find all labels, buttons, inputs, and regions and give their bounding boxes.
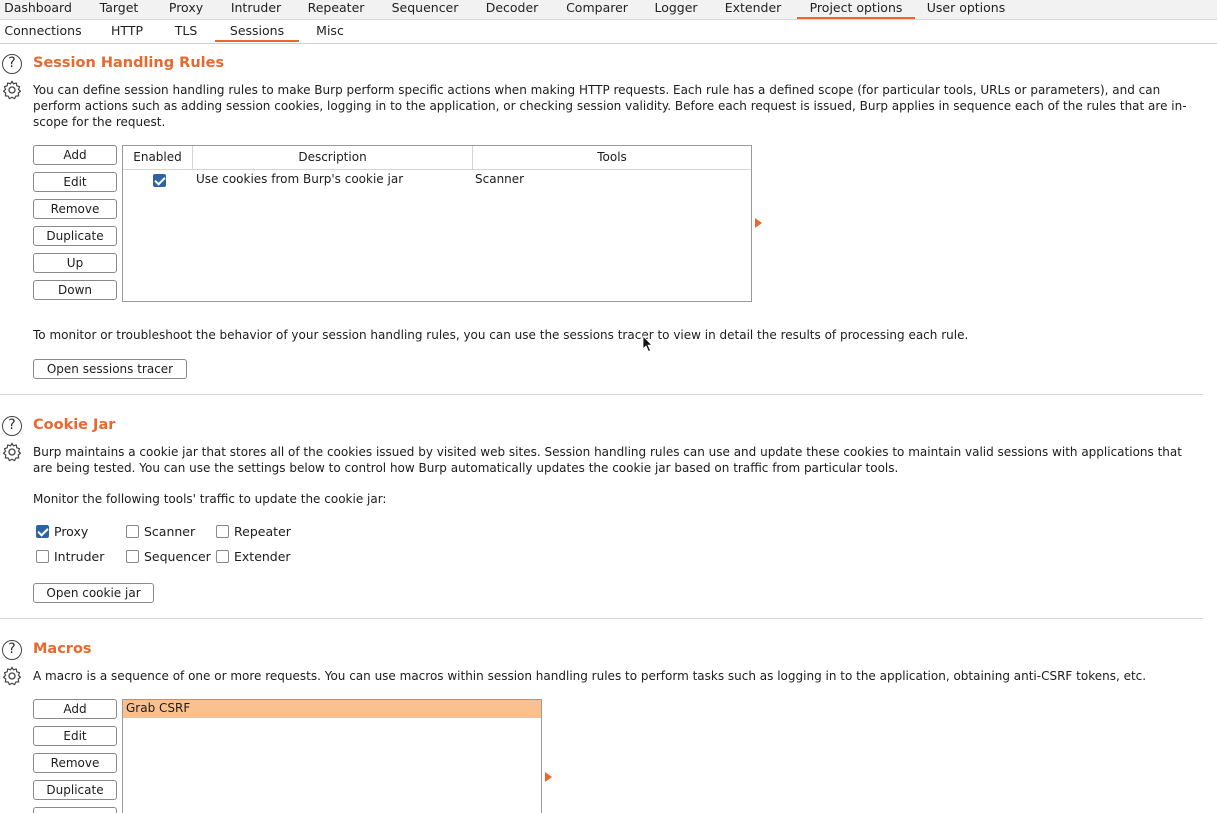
down-rule-button[interactable]: Down [33, 280, 117, 300]
up-rule-button[interactable]: Up [33, 253, 117, 273]
tab-decoder[interactable]: Decoder [478, 0, 546, 19]
sequencer-checkbox[interactable] [126, 550, 139, 563]
cookie-jar-description: Burp maintains a cookie jar that stores … [33, 445, 1182, 475]
open-cookie-jar-button[interactable]: Open cookie jar [33, 583, 154, 603]
tab-tls[interactable]: TLS [162, 20, 210, 42]
monitor-tools-label: Monitor the following tools' traffic to … [33, 492, 387, 506]
gear-icon[interactable] [1, 441, 23, 463]
repeater-checkbox[interactable] [216, 525, 229, 538]
help-icon[interactable]: ? [2, 640, 22, 660]
column-header-description[interactable]: Description [193, 146, 473, 170]
macros-list[interactable]: Grab CSRF [122, 699, 542, 813]
scanner-label[interactable]: Scanner [144, 524, 195, 539]
tab-target[interactable]: Target [88, 0, 150, 19]
extender-label[interactable]: Extender [234, 549, 291, 564]
tab-misc[interactable]: Misc [300, 20, 360, 42]
sequencer-label[interactable]: Sequencer [144, 549, 211, 564]
tab-repeater[interactable]: Repeater [300, 0, 372, 19]
remove-macro-button[interactable]: Remove [33, 753, 117, 773]
help-icon[interactable]: ? [2, 54, 22, 74]
open-sessions-tracer-button[interactable]: Open sessions tracer [33, 359, 187, 379]
intruder-label[interactable]: Intruder [54, 549, 104, 564]
rule-enabled-checkbox[interactable] [153, 174, 166, 187]
section-divider [0, 618, 1203, 619]
repeater-label[interactable]: Repeater [234, 524, 291, 539]
main-tab-bar: Dashboard Target Proxy Intruder Repeater… [0, 0, 1217, 20]
expand-arrow-icon[interactable] [755, 218, 762, 228]
tab-comparer[interactable]: Comparer [558, 0, 636, 19]
macros-description: A macro is a sequence of one or more req… [33, 669, 1147, 683]
tab-project-options[interactable]: Project options [797, 0, 915, 19]
tab-http[interactable]: HTTP [100, 20, 154, 42]
expand-arrow-icon[interactable] [545, 772, 552, 782]
edit-macro-button[interactable]: Edit [33, 726, 117, 746]
tab-sequencer[interactable]: Sequencer [384, 0, 466, 19]
rule-description-cell[interactable]: Use cookies from Burp's cookie jar [196, 172, 403, 186]
column-header-tools[interactable]: Tools [473, 146, 751, 170]
tracer-description: To monitor or troubleshoot the behavior … [33, 328, 969, 342]
macro-name: Grab CSRF [126, 701, 191, 715]
tab-proxy[interactable]: Proxy [160, 0, 212, 19]
duplicate-rule-button[interactable]: Duplicate [33, 226, 117, 246]
mouse-cursor-icon [642, 335, 653, 353]
rule-tools-cell[interactable]: Scanner [475, 172, 524, 186]
tab-user-options[interactable]: User options [922, 0, 1010, 19]
tab-sessions[interactable]: Sessions [215, 20, 299, 42]
gear-icon[interactable] [1, 665, 23, 687]
scanner-checkbox[interactable] [126, 525, 139, 538]
session-rules-table[interactable]: Enabled Description Tools Use cookies fr… [122, 145, 752, 302]
tab-extender[interactable]: Extender [716, 0, 790, 19]
gear-icon[interactable] [1, 79, 23, 101]
tab-intruder[interactable]: Intruder [225, 0, 287, 19]
tab-dashboard[interactable]: Dashboard [0, 0, 76, 19]
next-macro-button-partial[interactable] [33, 807, 117, 813]
session-rules-description: You can define session handling rules to… [33, 83, 1187, 129]
remove-rule-button[interactable]: Remove [33, 199, 117, 219]
edit-rule-button[interactable]: Edit [33, 172, 117, 192]
add-rule-button[interactable]: Add [33, 145, 117, 165]
proxy-checkbox[interactable] [36, 525, 49, 538]
intruder-checkbox[interactable] [36, 550, 49, 563]
section-divider [0, 394, 1203, 395]
column-header-enabled[interactable]: Enabled [123, 146, 193, 170]
extender-checkbox[interactable] [216, 550, 229, 563]
tab-connections[interactable]: Connections [0, 20, 86, 42]
help-icon[interactable]: ? [2, 416, 22, 436]
section-title-macros: Macros [33, 641, 92, 657]
tab-logger[interactable]: Logger [648, 0, 704, 19]
proxy-label[interactable]: Proxy [54, 524, 88, 539]
duplicate-macro-button[interactable]: Duplicate [33, 780, 117, 800]
section-title-cookie-jar: Cookie Jar [33, 417, 116, 433]
sub-tab-bar: Connections HTTP TLS Sessions Misc [0, 20, 1217, 44]
add-macro-button[interactable]: Add [33, 699, 117, 719]
section-title-session-rules: Session Handling Rules [33, 55, 225, 71]
list-item[interactable]: Grab CSRF [123, 700, 541, 718]
